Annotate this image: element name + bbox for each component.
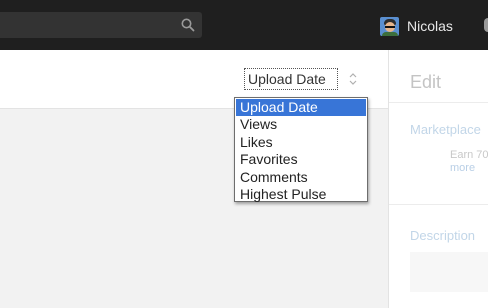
sort-option[interactable]: Likes — [236, 134, 366, 151]
panel-title: Edit — [410, 72, 442, 92]
sort-option[interactable]: Views — [236, 116, 366, 133]
description-label: Description — [410, 228, 476, 243]
marketplace-text: Earn 70 — [450, 149, 488, 161]
user-menu[interactable]: Nicolas — [380, 15, 453, 37]
top-navigation-bar: Nicolas — [0, 0, 488, 50]
search-icon[interactable] — [180, 17, 196, 33]
description-field[interactable] — [410, 252, 488, 292]
marketplace-label: Marketplace — [410, 122, 481, 137]
sort-select-value: Upload Date — [248, 71, 326, 87]
topbar-overflow-item[interactable] — [484, 18, 488, 32]
sort-option[interactable]: Favorites — [236, 151, 366, 168]
sort-select[interactable]: Upload Date — [244, 68, 338, 90]
divider — [389, 204, 488, 205]
sort-option[interactable]: Highest Pulse — [236, 186, 366, 203]
user-name[interactable]: Nicolas — [407, 18, 453, 34]
sort-option[interactable]: Comments — [236, 169, 366, 186]
avatar[interactable] — [380, 16, 399, 36]
select-arrows-icon[interactable] — [348, 72, 358, 86]
marketplace-more-link[interactable]: more — [450, 162, 475, 174]
sort-dropdown-list: Upload Date Views Likes Favorites Commen… — [234, 97, 368, 202]
edit-panel: Edit Marketplace Earn 70 more Descriptio… — [388, 50, 488, 308]
divider — [389, 102, 488, 103]
sort-option[interactable]: Upload Date — [236, 99, 366, 117]
search-input[interactable] — [0, 12, 202, 38]
